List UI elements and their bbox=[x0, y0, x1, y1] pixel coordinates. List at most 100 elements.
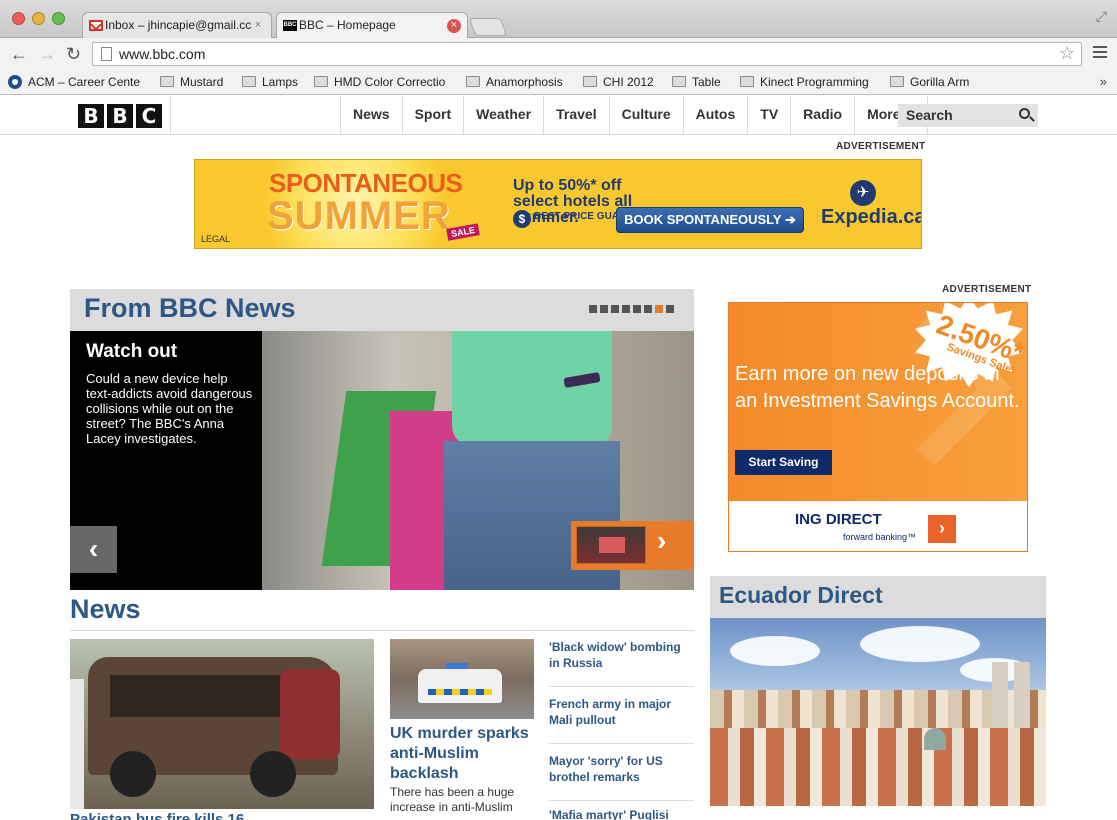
carousel-next-button[interactable]: › bbox=[571, 521, 694, 570]
bookmark-label: CHI 2012 bbox=[603, 75, 654, 89]
carousel-dot[interactable] bbox=[589, 305, 597, 313]
carousel-dot[interactable] bbox=[600, 305, 608, 313]
minimize-window-button[interactable] bbox=[32, 12, 45, 25]
bookmark-label: Table bbox=[692, 75, 721, 89]
story-title[interactable]: UK murder sparks anti-Muslim backlash bbox=[390, 724, 540, 784]
wheel-graphic bbox=[250, 751, 296, 797]
wheel-graphic bbox=[110, 751, 156, 797]
folder-icon bbox=[242, 76, 256, 87]
bookmark-folder-mustard[interactable]: Mustard bbox=[160, 75, 223, 89]
legal-link[interactable]: LEGAL bbox=[201, 234, 230, 244]
bbc-favicon: BBC bbox=[283, 20, 297, 31]
divider bbox=[549, 743, 694, 744]
folder-icon bbox=[160, 76, 174, 87]
carousel-story-text: Could a new device help text-addicts avo… bbox=[86, 371, 253, 446]
carousel-dot[interactable] bbox=[611, 305, 619, 313]
bbc-homepage: B B C News Sport Weather Travel Culture … bbox=[0, 96, 1117, 820]
new-tab-button[interactable] bbox=[468, 18, 508, 36]
chevron-right-icon[interactable]: › bbox=[928, 515, 956, 543]
zoom-window-button[interactable] bbox=[52, 12, 65, 25]
tab-gmail-inbox[interactable]: Inbox – jhincapie@gmail.cc × bbox=[82, 12, 272, 39]
fullscreen-icon[interactable]: ⤢ bbox=[1096, 8, 1107, 25]
bookmark-folder-anamorphosis[interactable]: Anamorphosis bbox=[466, 75, 563, 89]
carousel-dot[interactable] bbox=[644, 305, 652, 313]
nav-item-radio[interactable]: Radio bbox=[791, 96, 856, 135]
search-label: Search bbox=[906, 107, 953, 123]
police-car-graphic bbox=[418, 669, 502, 703]
ing-direct-ad[interactable]: 2.50%* Savings Sale! Earn more on new de… bbox=[728, 302, 1028, 552]
chrome-menu-icon[interactable] bbox=[1093, 46, 1107, 58]
forward-button[interactable]: → bbox=[38, 44, 56, 64]
bbc-logo[interactable]: B B C bbox=[78, 104, 162, 128]
divider bbox=[549, 800, 694, 801]
folder-icon bbox=[890, 76, 904, 87]
news-carousel: Watch out Could a new device help text-a… bbox=[70, 331, 694, 590]
bookmark-folder-hmd[interactable]: HMD Color Correctio bbox=[314, 75, 454, 89]
nav-item-news[interactable]: News bbox=[341, 96, 403, 135]
carousel-story-title[interactable]: Watch out bbox=[86, 341, 177, 363]
divider bbox=[549, 686, 694, 687]
tab-bbc-homepage[interactable]: BBC BBC – Homepage × bbox=[276, 12, 468, 40]
plane-globe-icon: ✈ bbox=[850, 180, 876, 206]
ecuador-direct-header: Ecuador Direct bbox=[710, 576, 1046, 618]
address-bar[interactable]: www.bbc.com ☆ bbox=[92, 42, 1082, 66]
search-icon[interactable] bbox=[1019, 108, 1030, 119]
back-button[interactable]: ← bbox=[10, 44, 28, 64]
headline-link[interactable]: 'Black widow' bombing in Russia bbox=[549, 639, 694, 671]
reload-button[interactable]: ↻ bbox=[66, 44, 81, 64]
bookmark-folder-table[interactable]: Table bbox=[672, 75, 721, 89]
cloud-graphic bbox=[860, 626, 980, 662]
carousel-dots bbox=[589, 305, 674, 313]
nav-item-tv[interactable]: TV bbox=[748, 96, 792, 135]
person-graphic bbox=[452, 331, 612, 446]
bookmark-folder-kinect[interactable]: Kinect Programming bbox=[740, 75, 869, 89]
nav-item-travel[interactable]: Travel bbox=[544, 96, 610, 135]
bookmark-star-icon[interactable]: ☆ bbox=[1059, 43, 1075, 64]
story-photo[interactable] bbox=[390, 639, 534, 719]
divider bbox=[70, 630, 694, 631]
carousel-dot-active[interactable] bbox=[655, 305, 663, 313]
lead-story-title[interactable]: Pakistan bus fire kills 16 bbox=[70, 811, 374, 820]
url-text[interactable]: www.bbc.com bbox=[119, 46, 205, 62]
story-summary: There has been a huge increase in anti-M… bbox=[390, 785, 515, 814]
section-title: From BBC News bbox=[84, 293, 296, 323]
search-input[interactable]: Search bbox=[898, 104, 1038, 127]
nav-item-sport[interactable]: Sport bbox=[403, 96, 465, 135]
vehicle-panel-graphic bbox=[280, 669, 340, 759]
ecuador-photo[interactable] bbox=[710, 618, 1046, 806]
carousel-dot[interactable] bbox=[633, 305, 641, 313]
headline-link[interactable]: 'Mafia martyr' Puglisi bbox=[549, 807, 694, 820]
nav-item-autos[interactable]: Autos bbox=[684, 96, 749, 135]
lead-story-photo[interactable] bbox=[70, 639, 374, 809]
bookmark-folder-lamps[interactable]: Lamps bbox=[242, 75, 298, 89]
book-spontaneously-button[interactable]: BOOK SPONTANEOUSLY ➔ bbox=[616, 207, 804, 233]
close-tab-icon[interactable]: × bbox=[447, 19, 461, 33]
start-saving-button[interactable]: Start Saving bbox=[735, 450, 832, 475]
carousel-dot[interactable] bbox=[622, 305, 630, 313]
bookmark-acm[interactable]: ACM – Career Cente bbox=[8, 75, 143, 89]
bookmark-folder-gorilla-arm[interactable]: Gorilla Arm bbox=[890, 75, 969, 89]
logo-letter: C bbox=[136, 104, 162, 128]
folder-icon bbox=[672, 76, 686, 87]
nav-item-culture[interactable]: Culture bbox=[610, 96, 684, 135]
carousel-dot[interactable] bbox=[666, 305, 674, 313]
expedia-logo: Expedia.ca bbox=[821, 206, 922, 228]
news-section-title[interactable]: News bbox=[70, 594, 141, 625]
person-graphic bbox=[70, 679, 84, 809]
headline-link[interactable]: Mayor 'sorry' for US brothel remarks bbox=[549, 753, 694, 785]
expedia-banner-ad[interactable]: SPONTANEOUS SUMMER SALE LEGAL Up to 50%*… bbox=[194, 159, 922, 249]
nav-item-weather[interactable]: Weather bbox=[464, 96, 545, 135]
rooftops-graphic bbox=[710, 728, 1046, 806]
carousel-prev-button[interactable]: ‹ bbox=[70, 526, 117, 573]
divider bbox=[170, 96, 171, 135]
page-icon bbox=[101, 47, 112, 61]
close-window-button[interactable] bbox=[12, 12, 25, 25]
headline-link[interactable]: French army in major Mali pullout bbox=[549, 696, 694, 728]
more-bookmarks-chevron[interactable]: » bbox=[1100, 74, 1107, 89]
close-tab-icon[interactable]: × bbox=[251, 19, 265, 33]
next-story-thumbnail bbox=[576, 526, 646, 564]
logo-letter: B bbox=[78, 104, 104, 128]
main-nav: News Sport Weather Travel Culture Autos … bbox=[340, 96, 928, 135]
bookmark-folder-chi2012[interactable]: CHI 2012 bbox=[583, 75, 654, 89]
section-title[interactable]: Ecuador Direct bbox=[719, 582, 883, 609]
